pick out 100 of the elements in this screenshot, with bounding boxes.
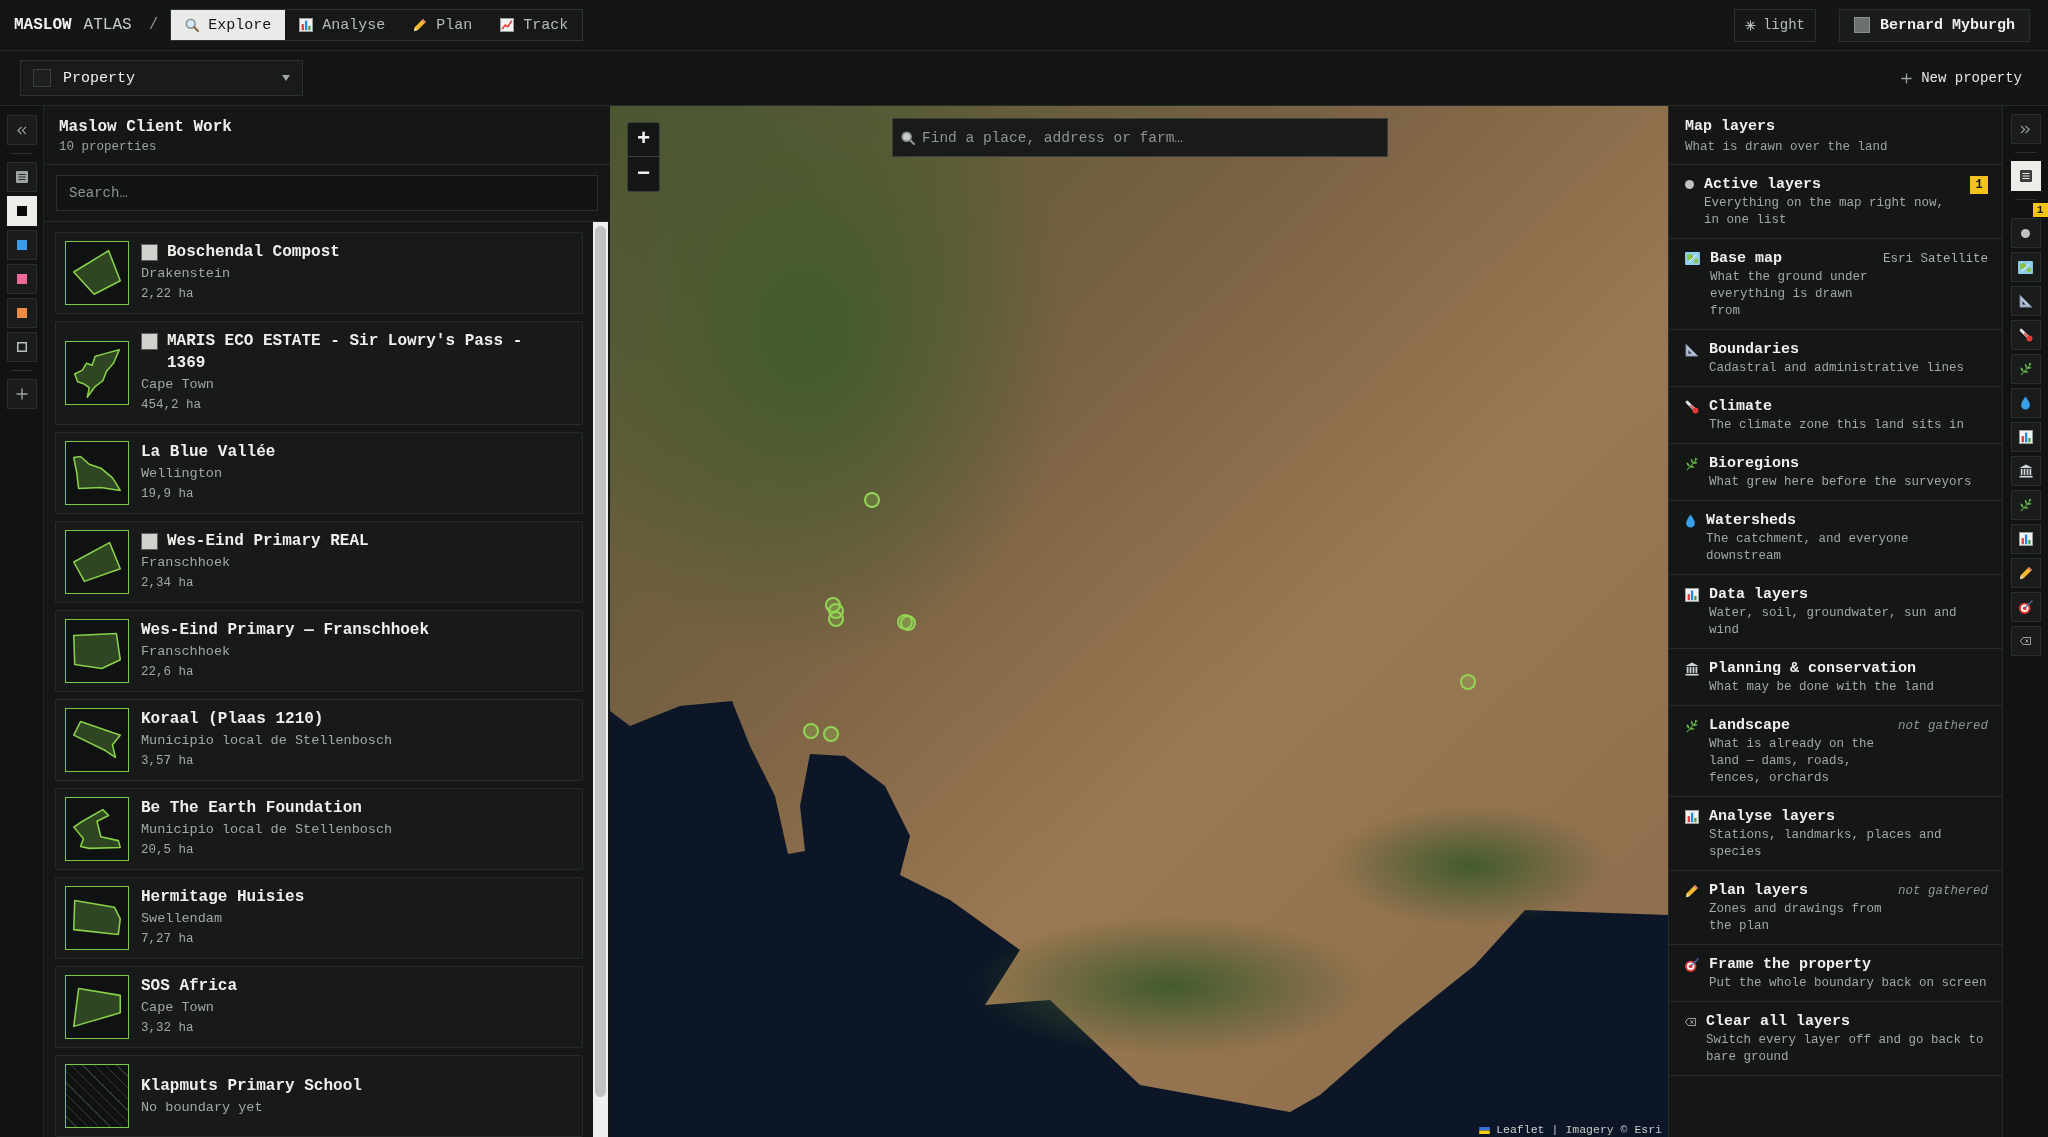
layer-title[interactable]: Climate: [1709, 398, 1772, 415]
layer-description: What the ground under everything is drawn from: [1710, 269, 1869, 320]
thermometer-icon: [1685, 399, 1699, 414]
map-marker-icon[interactable]: [1460, 674, 1476, 690]
property-area: 2,34 ha: [141, 573, 566, 594]
zoom-in-button[interactable]: +: [627, 122, 660, 157]
theme-toggle-button[interactable]: light: [1733, 8, 1816, 42]
collapse-button[interactable]: [6, 115, 37, 145]
backspace-icon: [1685, 1017, 1696, 1026]
layer-rail-button[interactable]: [2010, 524, 2041, 554]
nav-tab[interactable]: Explore: [171, 10, 286, 40]
property-area: 3,32 ha: [141, 1018, 566, 1039]
bar-chart-icon: [299, 18, 314, 32]
layer-rail-button[interactable]: [2010, 320, 2041, 350]
bar-chart-icon: [2018, 532, 2033, 546]
layer-description: Put the whole boundary back on screen: [1709, 975, 1988, 992]
layer-title[interactable]: Clear all layers: [1706, 1013, 1851, 1030]
chevrons-left-icon: [16, 125, 27, 135]
property-name: Wes-Eind Primary REAL: [167, 531, 370, 552]
property-name: La Blue Vallée: [141, 442, 277, 463]
property-card[interactable]: Boschendal Compost Drakenstein 2,22 ha: [55, 232, 583, 314]
attribution-separator: |: [1551, 1123, 1559, 1137]
layer-description: The climate zone this land sits in: [1709, 417, 1966, 434]
layer-title[interactable]: Frame the property: [1709, 956, 1872, 973]
property-area: 7,27 ha: [141, 929, 566, 950]
rail-button[interactable]: [6, 298, 37, 328]
layer-rail-button[interactable]: [2010, 218, 2041, 248]
layer-rail-button[interactable]: [2010, 456, 2041, 486]
pencil-icon: [2018, 566, 2033, 580]
layer-title[interactable]: Planning & conservation: [1709, 660, 1917, 677]
property-location: Municipio local de Stellenbosch: [141, 821, 394, 839]
map-marker-icon[interactable]: [823, 726, 839, 742]
layer-title[interactable]: Plan layers: [1709, 882, 1809, 899]
layer-title[interactable]: Base map: [1710, 250, 1782, 267]
layer-title[interactable]: Bioregions: [1709, 455, 1799, 472]
property-area: 20,5 ha: [141, 840, 566, 861]
property-card[interactable]: Koraal (Plaas 1210) Municipio local de Stellenbosch 3,57 ha: [55, 699, 583, 781]
dart-target-icon: [2018, 600, 2033, 614]
rail-button[interactable]: [6, 230, 37, 260]
property-card[interactable]: Wes-Eind Primary REAL Franschhoek 2,34 ha: [55, 521, 583, 603]
map-marker-icon[interactable]: [825, 597, 841, 613]
property-card[interactable]: Be The Earth Foundation Municipio local de Stellenbosch 20,5 ha: [55, 788, 583, 870]
new-property-button[interactable]: New property: [1901, 66, 2022, 90]
property-name: Klapmuts Primary School: [141, 1075, 363, 1097]
scrollbar-track[interactable]: [593, 222, 608, 1137]
layer-rail-button[interactable]: [2010, 388, 2041, 418]
layer-title[interactable]: Active layers: [1704, 176, 1822, 193]
nav-tab[interactable]: Track: [486, 10, 583, 40]
layer-rail-button[interactable]: [2010, 558, 2041, 588]
leaflet-link[interactable]: Leaflet: [1479, 1123, 1545, 1137]
layer-title[interactable]: Analyse layers: [1709, 808, 1836, 825]
layer-note: Esri Satellite: [1882, 251, 1988, 266]
rail-button[interactable]: [6, 332, 37, 362]
layer-rail-button[interactable]: [2010, 286, 2041, 316]
search-icon: [185, 18, 200, 32]
layer-description: What grew here before the surveyors: [1709, 474, 1973, 491]
nav-tab[interactable]: Plan: [399, 10, 487, 40]
layer-title[interactable]: Watersheds: [1706, 512, 1796, 529]
map-search-field[interactable]: Find a place, address or farm…: [892, 118, 1388, 157]
plus-icon: [1901, 72, 1913, 84]
property-card[interactable]: Klapmuts Primary School No boundary yet: [55, 1055, 583, 1137]
property-name: Hermitage Huisies: [141, 887, 306, 908]
layer-rail-button[interactable]: [2010, 626, 2041, 656]
property-select[interactable]: Property: [20, 60, 303, 96]
property-name: Wes-Eind Primary — Franschhoek: [141, 620, 431, 641]
layer-rail-button[interactable]: [2010, 592, 2041, 622]
attribution-text: Imagery © Esri: [1565, 1123, 1662, 1137]
scrollbar-thumb[interactable]: [595, 226, 606, 1097]
property-card[interactable]: Wes-Eind Primary — Franschhoek Franschhoek 22,6 ha: [55, 610, 583, 692]
herb-icon: [2018, 498, 2033, 512]
layer-title[interactable]: Boundaries: [1709, 341, 1799, 358]
property-area: 2,22 ha: [141, 284, 566, 305]
herb-icon: [1685, 718, 1699, 733]
layer-rail-button[interactable]: [2010, 252, 2041, 282]
add-button[interactable]: [6, 379, 37, 409]
map-marker-icon[interactable]: [864, 492, 880, 508]
search-icon: [901, 131, 915, 145]
map-marker-icon[interactable]: [803, 723, 819, 739]
rail-button[interactable]: [6, 162, 37, 192]
property-card[interactable]: MARIS ECO ESTATE - Sir Lowry's Pass - 1369 Cape Town 454,2 ha: [55, 321, 583, 425]
rail-button[interactable]: [6, 264, 37, 294]
breadcrumb-separator: /: [148, 16, 159, 34]
count-badge: 1: [1970, 175, 1988, 194]
property-location: Swellendam: [141, 910, 223, 928]
zoom-out-button[interactable]: −: [627, 157, 660, 192]
map-marker-icon[interactable]: [828, 611, 844, 627]
map-icon: [2018, 260, 2033, 274]
property-card[interactable]: SOS Africa Cape Town 3,32 ha: [55, 966, 583, 1048]
layer-description: Zones and drawings from the plan: [1709, 901, 1883, 935]
caret-down-icon: [282, 75, 290, 81]
layer-title[interactable]: Data layers: [1709, 586, 1809, 603]
user-menu-button[interactable]: Bernard Myburgh: [1838, 8, 2030, 42]
layer-title[interactable]: Landscape: [1709, 717, 1790, 734]
property-count: 10 properties: [59, 139, 158, 156]
layer-rail-button[interactable]: [2010, 422, 2041, 452]
property-card[interactable]: La Blue Vallée Wellington 19,9 ha: [55, 432, 583, 514]
property-card[interactable]: Hermitage Huisies Swellendam 7,27 ha: [55, 877, 583, 959]
expand-button[interactable]: [2010, 114, 2041, 144]
nav-tab[interactable]: Analyse: [285, 10, 400, 40]
property-search-field[interactable]: Search…: [56, 175, 598, 211]
